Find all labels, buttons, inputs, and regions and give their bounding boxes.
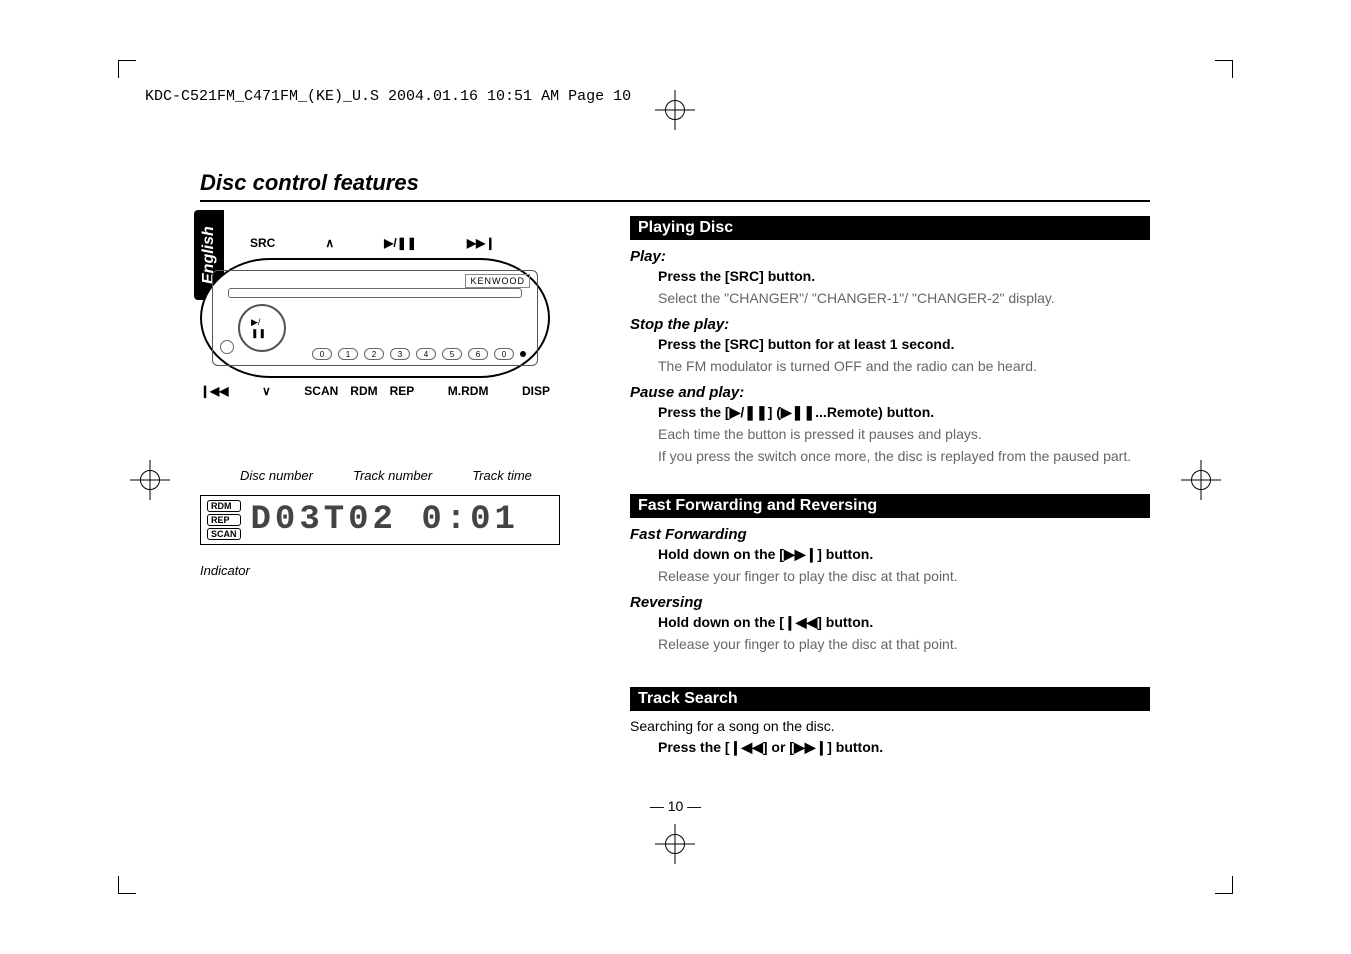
indicator-rdm: RDM	[207, 500, 241, 512]
label-mrdm: M.RDM	[448, 384, 489, 398]
num-button: 4	[416, 348, 436, 360]
heading-track-search: Track Search	[630, 687, 1150, 711]
dot-icon	[520, 351, 526, 357]
play-pause-icon: ▶/❚❚	[251, 317, 273, 339]
label-rdm: RDM	[350, 384, 377, 398]
registration-mark	[655, 90, 695, 130]
num-button: 2	[364, 348, 384, 360]
subhead-play: Play:	[630, 248, 1150, 265]
crop-mark	[118, 876, 136, 894]
brand-label: KENWOOD	[465, 274, 530, 288]
label-track-time: Track time	[472, 468, 532, 483]
lcd-text: D03T02 0:01	[251, 501, 519, 539]
device-bottom-labels: ❙◀◀ ∨ SCAN RDM REP M.RDM DISP	[200, 384, 550, 398]
label-down-icon: ∨	[262, 384, 271, 398]
crop-mark	[1215, 60, 1233, 78]
device-top-labels: SRC ∧ ▶/❚❚ ▶▶❙	[200, 236, 570, 250]
instruction: Press the [SRC] button for at least 1 se…	[658, 335, 1150, 355]
label-prev-icon: ❙◀◀	[200, 384, 229, 398]
instruction: Hold down on the [▶▶❙] button.	[658, 545, 1150, 565]
registration-mark	[1181, 460, 1221, 500]
device-diagram: KENWOOD ▶/❚❚ 0 1 2 3 4 5 6 0	[200, 258, 550, 378]
small-button	[220, 340, 234, 354]
num-button: 0	[494, 348, 514, 360]
instruction: Select the "CHANGER"/ "CHANGER-1"/ "CHAN…	[658, 289, 1150, 309]
label-scan: SCAN	[304, 384, 338, 398]
heading-playing-disc: Playing Disc	[630, 216, 1150, 240]
subhead-stop: Stop the play:	[630, 316, 1150, 333]
control-knob: ▶/❚❚	[238, 304, 286, 352]
num-button: 5	[442, 348, 462, 360]
crop-mark	[118, 60, 136, 78]
crop-mark	[1215, 876, 1233, 894]
label-rep: REP	[390, 384, 415, 398]
label-up-icon: ∧	[325, 236, 334, 250]
label-play-pause-icon: ▶/❚❚	[384, 236, 417, 250]
num-button: 3	[390, 348, 410, 360]
instruction: Release your finger to play the disc at …	[658, 635, 1150, 655]
lcd-column-labels: Disc number Track number Track time	[200, 468, 570, 483]
disc-slot	[228, 288, 522, 298]
subhead-fast-fwd: Fast Forwarding	[630, 526, 1150, 543]
indicator-rep: REP	[207, 514, 241, 526]
label-src: SRC	[250, 236, 275, 250]
section-title: Disc control features	[200, 170, 1150, 196]
subhead-pause: Pause and play:	[630, 384, 1150, 401]
num-button: 0	[312, 348, 332, 360]
subhead-reversing: Reversing	[630, 594, 1150, 611]
instruction: Hold down on the [❙◀◀] button.	[658, 613, 1150, 633]
page-number: — 10 —	[0, 798, 1351, 814]
label-track-number: Track number	[353, 468, 432, 483]
instruction: Each time the button is pressed it pause…	[658, 425, 1150, 445]
instruction: The FM modulator is turned OFF and the r…	[658, 357, 1150, 377]
print-header: KDC-C521FM_C471FM_(KE)_U.S 2004.01.16 10…	[145, 88, 631, 105]
label-next-icon: ▶▶❙	[467, 236, 496, 250]
registration-mark	[130, 460, 170, 500]
label-disc-number: Disc number	[240, 468, 313, 483]
num-button: 1	[338, 348, 358, 360]
registration-mark	[655, 824, 695, 864]
number-button-row: 0 1 2 3 4 5 6 0	[312, 348, 526, 360]
indicator-scan: SCAN	[207, 528, 241, 540]
instruction: Press the [❙◀◀] or [▶▶❙] button.	[658, 738, 1150, 758]
instruction: Press the [SRC] button.	[658, 267, 1150, 287]
instruction: If you press the switch once more, the d…	[658, 447, 1150, 467]
instruction: Searching for a song on the disc.	[630, 717, 1150, 737]
instruction: Release your finger to play the disc at …	[658, 567, 1150, 587]
lcd-display: RDM REP SCAN D03T02 0:01	[200, 495, 560, 545]
heading-ff-rev: Fast Forwarding and Reversing	[630, 494, 1150, 518]
label-disp: DISP	[522, 384, 550, 398]
divider	[200, 200, 1150, 202]
indicator-callout: Indicator	[200, 563, 570, 578]
num-button: 6	[468, 348, 488, 360]
instruction: Press the [▶/❚❚] (▶❚❚...Remote) button.	[658, 403, 1150, 423]
